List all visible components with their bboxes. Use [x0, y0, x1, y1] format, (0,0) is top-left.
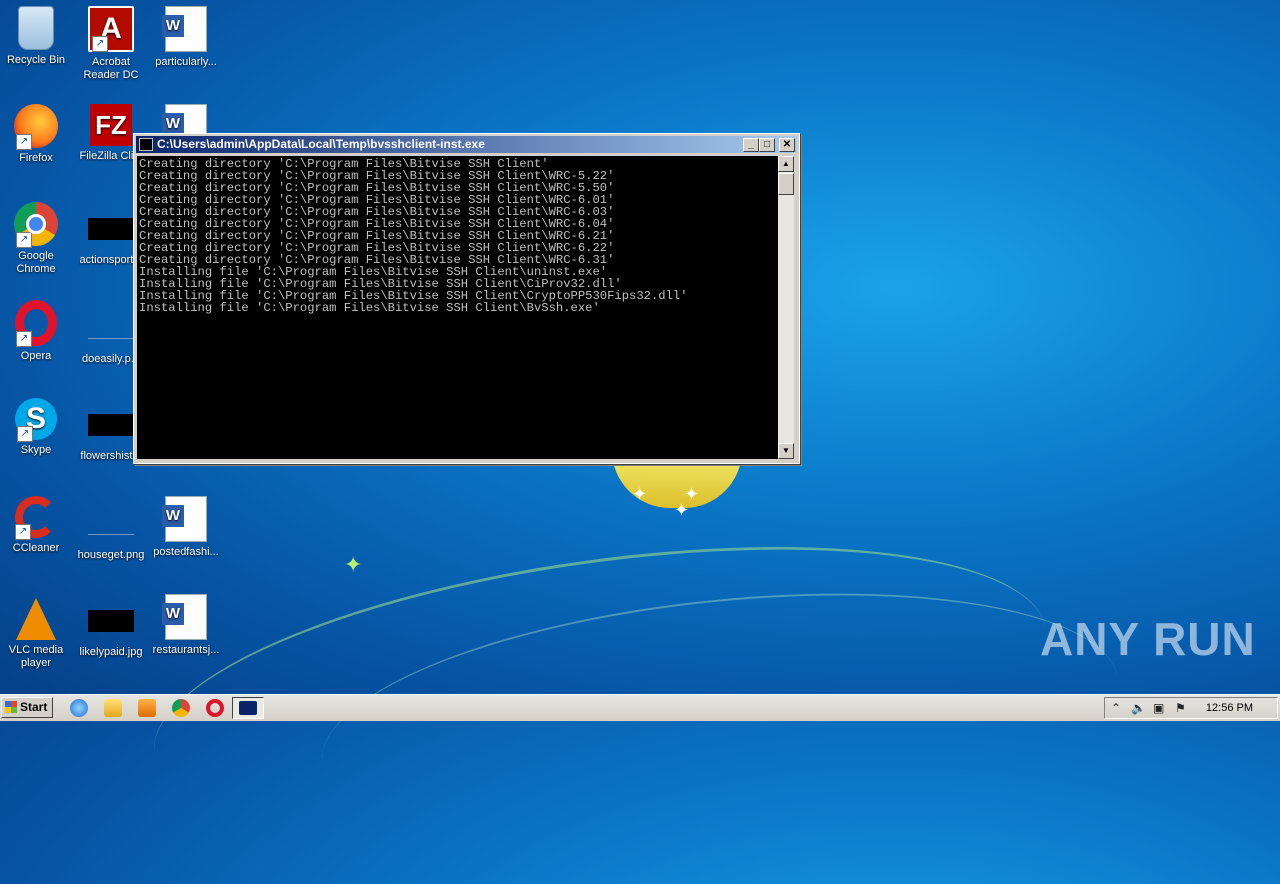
desktop-icon-acrobat[interactable]: A ↗ Acrobat Reader DC: [73, 6, 149, 82]
vlc-icon: [16, 598, 56, 640]
scroll-thumb[interactable]: [778, 173, 794, 195]
desktop-icon-word-doc[interactable]: W particularly...: [148, 6, 224, 69]
chrome-icon[interactable]: [172, 699, 190, 717]
start-button[interactable]: Start: [1, 697, 53, 718]
desktop-icon-label: Recycle Bin: [6, 54, 66, 66]
start-label: Start: [20, 700, 48, 714]
system-tray: ⌃ 🔈 ▣ ⚑ 12:56 PM: [1104, 697, 1278, 719]
filezilla-icon: FZ: [90, 104, 132, 146]
image-thumbnail-icon: [88, 414, 134, 436]
shortcut-arrow-icon: ↗: [15, 524, 31, 540]
anyrun-watermark: ANY RUN: [1040, 613, 1256, 665]
desktop-icon-vlc[interactable]: VLC media player: [0, 594, 74, 670]
wallpaper-sparkle: ✦: [684, 484, 700, 504]
desktop-icon-skype[interactable]: S ↗ Skype: [0, 398, 74, 457]
word-document-icon: W: [162, 594, 207, 640]
word-document-icon: W: [162, 6, 207, 52]
ccleaner-icon: ↗: [15, 496, 57, 540]
desktop-icon-label: restaurantsj...: [152, 644, 220, 656]
opera-icon: ↗: [15, 300, 57, 347]
desktop-icon-ccleaner[interactable]: ↗ CCleaner: [0, 496, 74, 555]
desktop-icon-label: Opera: [20, 350, 52, 362]
close-button[interactable]: ✕: [779, 138, 795, 152]
desktop-icon-label: houseget.png: [77, 549, 145, 561]
opera-icon[interactable]: [206, 699, 224, 717]
desktop-icon-label: likelypaid.jpg: [79, 646, 143, 658]
wallpaper-sparkle: ✦: [344, 552, 363, 577]
console-window[interactable]: C:\Users\admin\AppData\Local\Temp\bvsshc…: [133, 133, 800, 464]
desktop-icon-firefox[interactable]: ↗ Firefox: [0, 104, 74, 165]
desktop-icon-restaurantsj[interactable]: W restaurantsj...: [148, 594, 224, 657]
window-titlebar[interactable]: C:\Users\admin\AppData\Local\Temp\bvsshc…: [136, 136, 797, 153]
desktop-icon-opera[interactable]: ↗ Opera: [0, 300, 74, 363]
desktop-icon-postedfashi[interactable]: W postedfashi...: [148, 496, 224, 559]
window-title: C:\Users\admin\AppData\Local\Temp\bvsshc…: [157, 137, 485, 151]
desktop-icon-likelypaid[interactable]: likelypaid.jpg: [73, 594, 149, 659]
desktop-icon-label: Google Chrome: [16, 250, 56, 275]
image-thumbnail-icon: [88, 610, 134, 632]
skype-icon: S ↗: [15, 398, 57, 442]
desktop-icon-label: CCleaner: [12, 542, 60, 554]
maximize-button[interactable]: □: [759, 138, 775, 152]
console-app-icon[interactable]: [139, 138, 153, 151]
vertical-scrollbar[interactable]: ▲ ▼: [778, 156, 794, 459]
explorer-folder-icon[interactable]: [104, 699, 122, 717]
windows-logo-icon: [5, 701, 17, 713]
clock[interactable]: 12:56 PM: [1206, 702, 1253, 714]
acrobat-icon: A ↗: [88, 6, 134, 52]
action-center-flag-icon[interactable]: ⚑: [1175, 701, 1186, 715]
show-hidden-icons-icon[interactable]: ⌃: [1111, 701, 1121, 715]
taskbar-console-button[interactable]: [232, 697, 264, 719]
chrome-icon: ↗: [14, 202, 58, 248]
desktop-icon-label: VLC media player: [8, 644, 64, 669]
internet-explorer-icon[interactable]: [70, 699, 88, 717]
desktop-icon-houseget[interactable]: houseget.png: [73, 496, 149, 562]
desktop-icon-label: postedfashi...: [153, 546, 219, 558]
shortcut-arrow-icon: ↗: [16, 134, 32, 150]
shortcut-arrow-icon: ↗: [16, 331, 32, 347]
volume-icon[interactable]: 🔈: [1131, 701, 1146, 715]
recycle-bin-icon: [18, 6, 54, 50]
scroll-up-button[interactable]: ▲: [778, 156, 794, 172]
minimize-button[interactable]: _: [743, 138, 759, 152]
scroll-down-button[interactable]: ▼: [778, 443, 794, 459]
desktop-icon-recycle-bin[interactable]: Recycle Bin: [0, 6, 74, 67]
desktop-icon-label: Skype: [20, 444, 52, 456]
word-document-icon: W: [162, 496, 207, 542]
shortcut-arrow-icon: ↗: [92, 36, 108, 52]
shortcut-arrow-icon: ↗: [17, 426, 33, 442]
taskbar: Start ⌃ 🔈 ▣ ⚑ 12:56 PM: [0, 694, 1280, 721]
media-player-icon[interactable]: [138, 699, 156, 717]
console-output[interactable]: Creating directory 'C:\Program Files\Bit…: [137, 156, 778, 459]
firefox-icon: ↗: [14, 104, 58, 150]
image-thumbnail-icon: [88, 218, 134, 240]
desktop-icon-label: particularly...: [155, 56, 217, 68]
image-thumbnail-icon: [88, 514, 134, 535]
network-icon[interactable]: ▣: [1153, 701, 1164, 715]
desktop-icon-chrome[interactable]: ↗ Google Chrome: [0, 202, 74, 276]
desktop-icon-label: Acrobat Reader DC: [83, 56, 139, 81]
console-app-icon: [239, 701, 257, 715]
console-line: Installing file 'C:\Program Files\Bitvis…: [139, 301, 600, 315]
desktop-icon-label: Firefox: [19, 152, 53, 164]
image-thumbnail-icon: [88, 318, 134, 339]
wallpaper-sparkle: ✦: [632, 484, 648, 504]
shortcut-arrow-icon: ↗: [16, 232, 32, 248]
